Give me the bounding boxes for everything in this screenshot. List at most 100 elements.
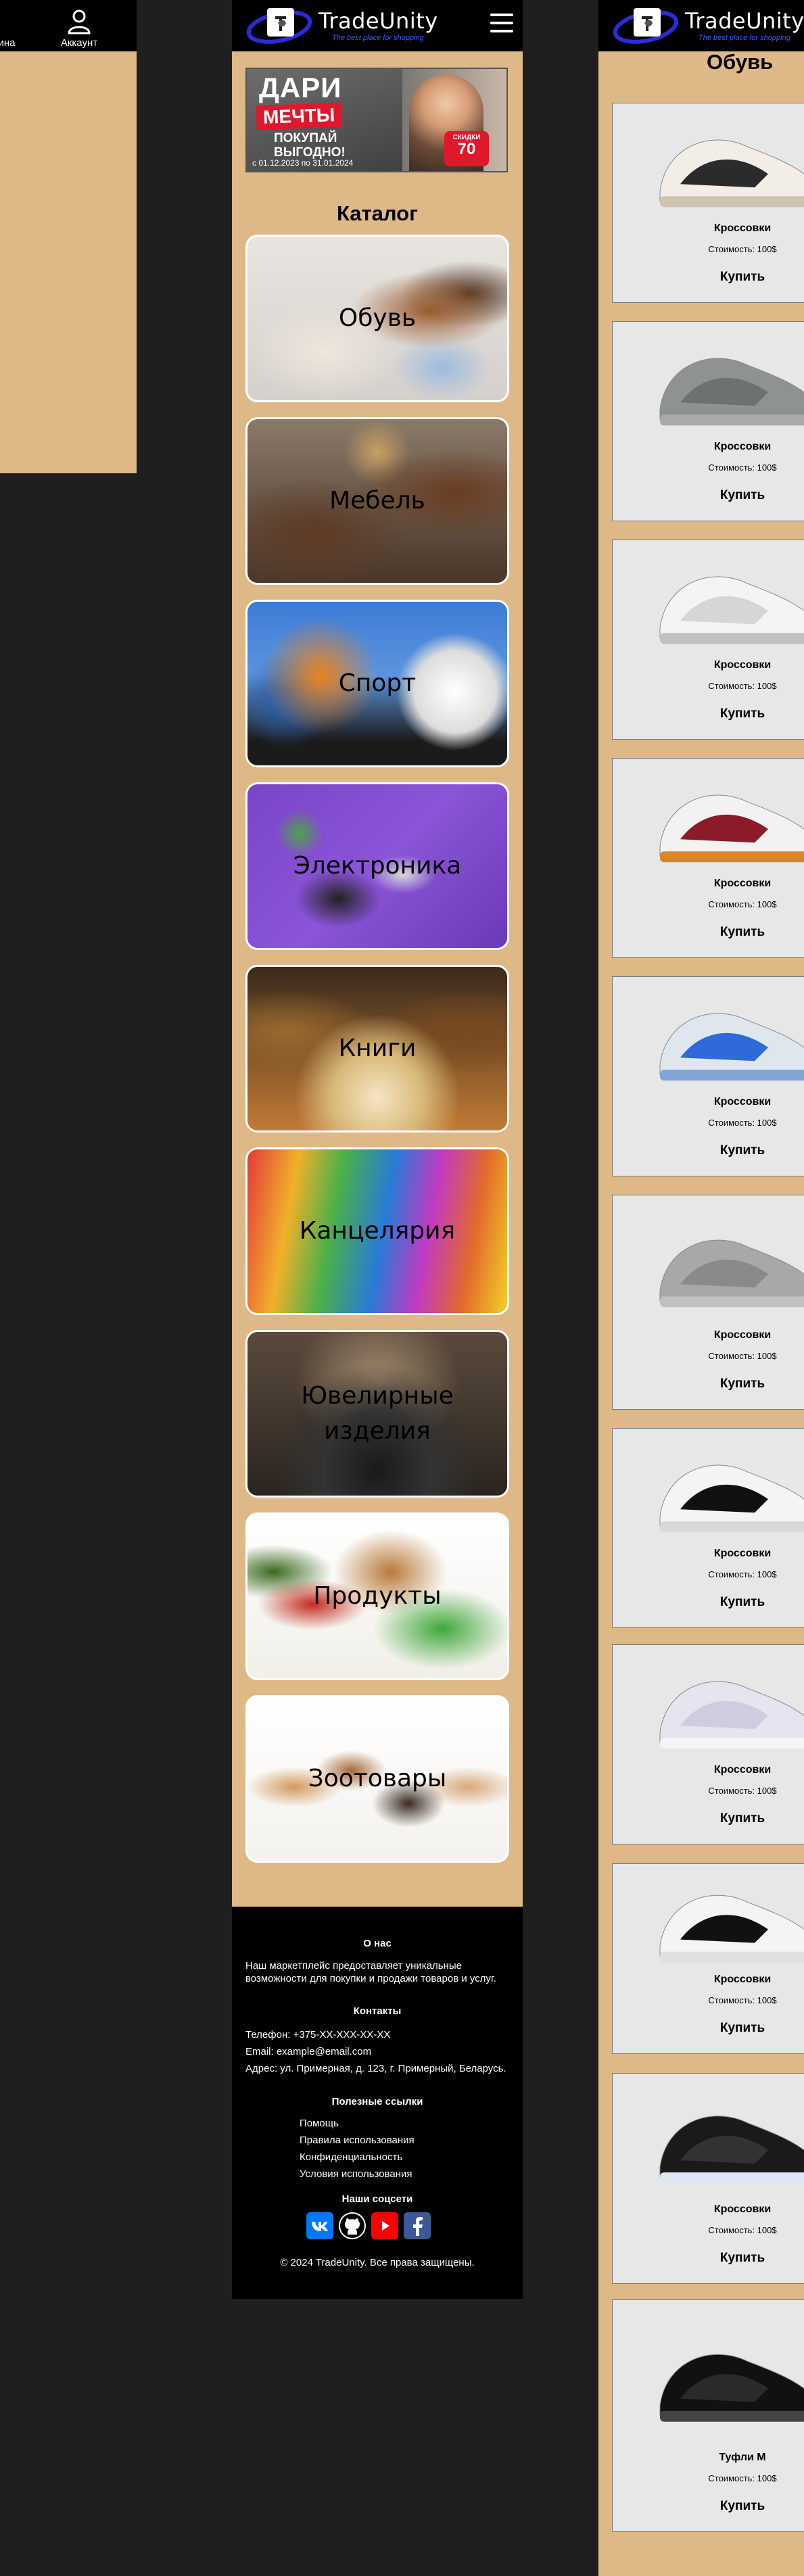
- product-name: Кроссовки: [713, 222, 772, 234]
- buy-button[interactable]: Купить: [613, 707, 804, 721]
- product-card[interactable]: Кроссовки Стоимость: 100$ Купить: [612, 540, 804, 740]
- category-label: Книги: [338, 1034, 417, 1062]
- product-card[interactable]: Кроссовки Стоимость: 100$ Купить: [612, 1195, 804, 1410]
- buy-button[interactable]: Купить: [613, 1595, 804, 1610]
- sneaker-blue-icon: [659, 1013, 804, 1081]
- footer-link-terms[interactable]: Условия использования: [300, 2168, 412, 2180]
- banner-line3: ПОКУПАЙ ВЫГОДНО!: [274, 131, 346, 160]
- product-price: Стоимость: 100$: [708, 462, 777, 473]
- menu-burger-icon[interactable]: [490, 14, 513, 32]
- category-card-products[interactable]: Продукты: [245, 1512, 509, 1680]
- product-card[interactable]: Кроссовки Стоимость: 100$ Купить: [612, 103, 804, 303]
- category-card-stationery[interactable]: Канцелярия: [245, 1147, 509, 1315]
- product-card[interactable]: Туфли М Стоимость: 100$ Купить: [612, 2299, 804, 2532]
- category-card-books[interactable]: Книги: [245, 965, 509, 1132]
- buy-button[interactable]: Купить: [613, 488, 804, 503]
- category-card-shoes[interactable]: Обувь: [245, 235, 509, 402]
- buy-button[interactable]: Купить: [613, 1143, 804, 1158]
- github-icon[interactable]: [339, 2212, 366, 2239]
- brand-name: TradeUnity: [318, 8, 438, 34]
- buy-button[interactable]: Купить: [613, 2251, 804, 2266]
- footer: О нас Наш маркетплейс предоставляет уник…: [232, 1907, 523, 2299]
- account-button[interactable]: Аккаунт: [49, 0, 110, 51]
- user-icon: [68, 9, 91, 34]
- footer-link-help[interactable]: Помощь: [300, 2118, 339, 2129]
- left-screen-background: ина Аккаунт: [0, 0, 137, 473]
- brand-name: TradeUnity: [685, 8, 804, 34]
- sneaker-lilac-icon: [659, 1681, 804, 1749]
- category-label: Зоотовары: [308, 1765, 447, 1792]
- product-price: Стоимость: 100$: [708, 2225, 777, 2235]
- nav-item-partial[interactable]: ина: [0, 0, 20, 51]
- category-label: Ювелирные изделия: [301, 1382, 454, 1445]
- product-card[interactable]: Кроссовки Стоимость: 100$ Купить: [612, 976, 804, 1176]
- header: TradeUnity The best place for shopping: [598, 0, 804, 51]
- sneaker-grey-icon: [659, 358, 804, 426]
- footer-email[interactable]: Email: example@email.com: [245, 2045, 509, 2058]
- category-label: Обувь: [338, 304, 417, 332]
- footer-social-title: Наши соцсети: [341, 2193, 413, 2205]
- catalog-title: Каталог: [336, 201, 419, 225]
- buy-button[interactable]: Купить: [613, 1377, 804, 1391]
- category-card-electronics[interactable]: Электроника: [245, 782, 509, 950]
- banner-line2: МЕЧТЫ: [256, 102, 342, 130]
- category-card-jewelry[interactable]: Ювелирные изделия: [245, 1330, 509, 1498]
- promo-banner[interactable]: ДАРИ МЕЧТЫ ПОКУПАЙ ВЫГОДНО! с 01.12.2023…: [245, 68, 508, 172]
- product-card[interactable]: Кроссовки Стоимость: 100$ Купить: [612, 1644, 804, 1844]
- footer-about-text: Наш маркетплейс предоставляет уникальные…: [245, 1960, 496, 1984]
- logo-emblem-icon: [613, 8, 679, 44]
- sneaker-red-white-icon: [659, 794, 804, 863]
- product-price: Стоимость: 100$: [708, 681, 777, 691]
- footer-address: Адрес: ул. Примерная, д. 123, г. Примерн…: [245, 2063, 506, 2074]
- footer-contacts-title: Контакты: [353, 2005, 402, 2017]
- product-price: Стоимость: 100$: [708, 244, 777, 254]
- footer-about-title: О нас: [363, 1938, 392, 1949]
- product-price: Стоимость: 100$: [708, 2473, 777, 2483]
- buy-button[interactable]: Купить: [613, 2021, 804, 2036]
- product-card[interactable]: Кроссовки Стоимость: 100$ Купить: [612, 2073, 804, 2284]
- product-card[interactable]: Кроссовки Стоимость: 100$ Купить: [612, 758, 804, 958]
- sneaker-panda-icon: [659, 1894, 804, 1963]
- home-screen: TradeUnity The best place for shopping Д…: [232, 0, 523, 2299]
- product-name: Кроссовки: [713, 878, 772, 889]
- buy-button[interactable]: Купить: [613, 925, 804, 940]
- category-label: Мебель: [329, 487, 425, 515]
- buy-button[interactable]: Купить: [613, 270, 804, 285]
- nav-item-partial-label: ина: [0, 37, 16, 49]
- category-card-furniture[interactable]: Мебель: [245, 417, 509, 585]
- logo[interactable]: TradeUnity The best place for shopping: [612, 4, 804, 46]
- product-price: Стоимость: 100$: [708, 1995, 777, 2005]
- youtube-icon[interactable]: [371, 2212, 398, 2239]
- footer-phone: Телефон: +375-XX-XXX-XX-XX: [245, 2029, 391, 2041]
- banner-dates: с 01.12.2023 по 31.01.2024: [252, 158, 354, 168]
- product-name: Кроссовки: [713, 1329, 772, 1341]
- buy-button[interactable]: Купить: [613, 1811, 804, 1826]
- sneaker-black-icon: [659, 2116, 804, 2184]
- product-card[interactable]: Кроссовки Стоимость: 100$ Купить: [612, 321, 804, 521]
- product-name: Кроссовки: [713, 1096, 772, 1107]
- product-name: Кроссовки: [713, 1764, 772, 1775]
- category-card-pets[interactable]: Зоотовары: [245, 1695, 509, 1863]
- account-label: Аккаунт: [60, 37, 98, 49]
- product-price: Стоимость: 100$: [708, 899, 777, 909]
- footer-link-privacy[interactable]: Конфиденциальность: [300, 2151, 402, 2163]
- product-name: Кроссовки: [713, 1974, 772, 1985]
- discount-badge-value: 70: [457, 140, 476, 158]
- banner-line3-text: ПОКУПАЙ: [274, 131, 337, 145]
- category-card-sport[interactable]: Спорт: [245, 600, 509, 767]
- product-card[interactable]: Кроссовки Стоимость: 100$ Купить: [612, 1863, 804, 2054]
- product-name: Кроссовки: [713, 2203, 772, 2215]
- product-card[interactable]: Кроссовки Стоимость: 100$ Купить: [612, 1428, 804, 1628]
- buy-button[interactable]: Купить: [613, 2499, 804, 2514]
- product-price: Стоимость: 100$: [708, 1351, 777, 1361]
- facebook-icon[interactable]: [404, 2212, 431, 2239]
- left-header: ина Аккаунт: [0, 0, 137, 51]
- product-name: Кроссовки: [713, 1548, 772, 1559]
- brand-slogan: The best place for shopping: [699, 34, 790, 42]
- vk-icon[interactable]: [306, 2212, 333, 2239]
- logo[interactable]: TradeUnity The best place for shopping: [245, 4, 448, 46]
- footer-link-rules[interactable]: Правила использования: [300, 2134, 415, 2146]
- sneaker-black-white-icon: [659, 1464, 804, 1533]
- sneaker-grey-runner-icon: [659, 1239, 804, 1308]
- category-label: Спорт: [338, 669, 417, 697]
